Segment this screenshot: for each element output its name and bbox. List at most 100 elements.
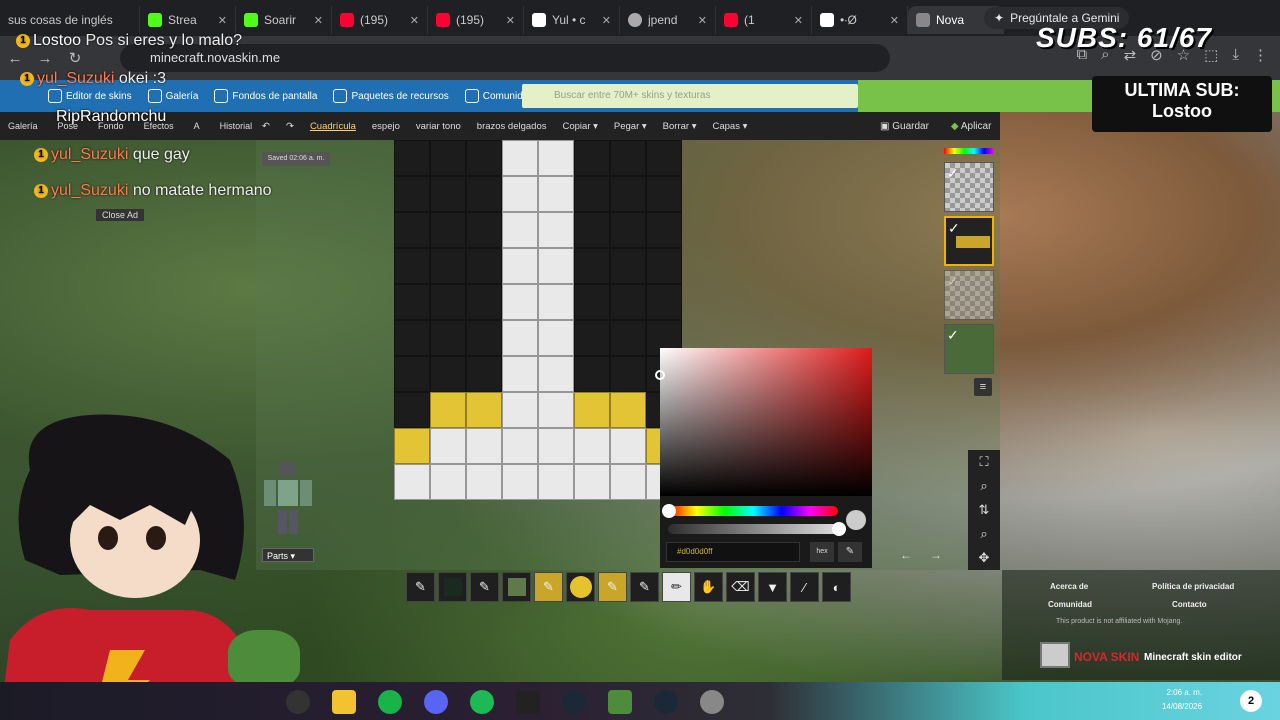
alpha-handle[interactable] xyxy=(832,522,846,536)
skin-pixel[interactable] xyxy=(466,176,502,212)
skin-pixel[interactable] xyxy=(430,176,466,212)
skin-pixel[interactable] xyxy=(610,248,646,284)
close-icon[interactable]: ✕ xyxy=(314,14,323,27)
skin-pixel[interactable] xyxy=(430,356,466,392)
skin-model-view[interactable] xyxy=(388,140,682,500)
move-icon[interactable]: ✥ xyxy=(979,550,990,566)
skin-pixel[interactable] xyxy=(430,464,466,500)
brush-yellow-2-tool[interactable]: ✎ xyxy=(598,572,627,602)
folder-icon[interactable] xyxy=(332,690,356,714)
tab-2[interactable]: Strea ✕ xyxy=(140,6,236,34)
skin-pixel[interactable] xyxy=(610,140,646,176)
close-icon[interactable]: ✕ xyxy=(602,14,611,27)
skin-pixel[interactable] xyxy=(466,248,502,284)
skin-pixel[interactable] xyxy=(430,428,466,464)
copiar-menu[interactable]: Copiar ▾ xyxy=(563,121,598,132)
brush-dark-2-tool[interactable]: ✎ xyxy=(470,572,499,602)
skin-pixel[interactable] xyxy=(646,140,682,176)
nav-editor-de-skins[interactable]: Editor de skins xyxy=(48,89,132,103)
green-swatch[interactable] xyxy=(502,572,531,602)
skin-pixel[interactable] xyxy=(610,428,646,464)
skin-pixel[interactable] xyxy=(502,320,538,356)
check-icon[interactable]: ✓ xyxy=(947,327,959,344)
toggle-espejo[interactable]: espejo xyxy=(372,121,400,132)
skin-pixel[interactable] xyxy=(394,176,430,212)
skin-pixel[interactable] xyxy=(574,140,610,176)
skin-pixel[interactable] xyxy=(610,176,646,212)
footer-contacto[interactable]: Contacto xyxy=(1172,600,1207,609)
skin-pixel[interactable] xyxy=(430,392,466,428)
skin-pixel[interactable] xyxy=(394,428,430,464)
footer-comunidad[interactable]: Comunidad xyxy=(1048,600,1092,609)
pegar-menu[interactable]: Pegar ▾ xyxy=(614,121,647,132)
back-button[interactable]: ← xyxy=(0,50,30,67)
sv-handle[interactable] xyxy=(655,370,665,380)
eraser-tool[interactable]: ⌫ xyxy=(726,572,755,602)
left-leg-part[interactable] xyxy=(278,510,287,534)
skin-pixel[interactable] xyxy=(502,428,538,464)
close-icon[interactable]: ✕ xyxy=(890,14,899,27)
layer-thumb-3[interactable]: ✓ xyxy=(944,270,994,320)
skin-pixel[interactable] xyxy=(502,392,538,428)
close-icon[interactable]: ✕ xyxy=(410,14,419,27)
close-icon[interactable]: ✕ xyxy=(794,14,803,27)
skin-pixel[interactable] xyxy=(538,248,574,284)
skin-pixel[interactable] xyxy=(538,284,574,320)
skin-pixel[interactable] xyxy=(646,212,682,248)
zoom-out-icon[interactable]: ⌕ xyxy=(980,526,987,542)
nav-fondos[interactable]: Fondos de pantalla xyxy=(214,89,317,103)
xbox-icon[interactable] xyxy=(378,690,402,714)
skin-pixel[interactable] xyxy=(466,140,502,176)
palette-tool[interactable]: ◐ xyxy=(822,572,851,602)
footer-acerca[interactable]: Acerca de xyxy=(1050,582,1088,591)
skin-pixel[interactable] xyxy=(430,140,466,176)
skin-pixel[interactable] xyxy=(574,176,610,212)
skin-pixel[interactable] xyxy=(430,284,466,320)
brush-black-tool[interactable]: ✎ xyxy=(630,572,659,602)
skin-pixel[interactable] xyxy=(466,284,502,320)
toggle-cuadricula[interactable]: Cuadrícula xyxy=(310,121,356,132)
body-part-selector[interactable] xyxy=(262,462,314,536)
skin-pixel[interactable] xyxy=(538,428,574,464)
aplicar-button[interactable]: ◆ Aplicar xyxy=(951,121,992,132)
hex-mode-button[interactable]: hex xyxy=(810,542,834,562)
fullscreen-icon[interactable]: ⛶ xyxy=(979,454,988,470)
tab-4[interactable]: (195) ✕ xyxy=(332,6,428,34)
guardar-button[interactable]: ▣ Guardar xyxy=(880,121,929,132)
menu-galeria[interactable]: Galería xyxy=(8,121,38,131)
eyedropper-icon[interactable]: ✎ xyxy=(838,542,862,562)
dark-swatch[interactable] xyxy=(438,572,467,602)
hue-slider[interactable] xyxy=(668,506,838,516)
epic-games-icon[interactable] xyxy=(516,690,540,714)
skin-pixel[interactable] xyxy=(466,212,502,248)
skin-pixel[interactable] xyxy=(394,392,430,428)
steam-2-icon[interactable] xyxy=(654,690,678,714)
yellow-swatch[interactable] xyxy=(566,572,595,602)
skin-pixel[interactable] xyxy=(502,356,538,392)
steam-icon[interactable] xyxy=(562,690,586,714)
skin-pixel[interactable] xyxy=(466,320,502,356)
body-part[interactable] xyxy=(278,480,298,506)
minecraft-icon[interactable] xyxy=(608,690,632,714)
skin-pixel[interactable] xyxy=(574,284,610,320)
notification-badge[interactable]: 2 xyxy=(1240,690,1262,712)
capas-menu[interactable]: Capas ▾ xyxy=(712,121,747,132)
undo-icon[interactable]: ↶ xyxy=(262,121,270,132)
close-icon[interactable]: ✕ xyxy=(698,14,707,27)
alpha-slider[interactable] xyxy=(668,524,838,534)
layer-thumb-1[interactable]: ✓ xyxy=(944,162,994,212)
obs-icon[interactable] xyxy=(286,690,310,714)
parts-select[interactable]: Parts ▾ xyxy=(262,548,314,562)
skin-pixel[interactable] xyxy=(574,428,610,464)
skin-pixel[interactable] xyxy=(574,464,610,500)
skin-pixel[interactable] xyxy=(538,212,574,248)
spotify-icon[interactable] xyxy=(470,690,494,714)
menu-a[interactable]: A xyxy=(194,121,200,131)
flip-icon[interactable]: ⇅ xyxy=(979,502,990,518)
skin-pixel[interactable] xyxy=(538,320,574,356)
tab-9[interactable]: •∙Ø ✕ xyxy=(812,6,908,34)
close-ad-button[interactable]: Close Ad xyxy=(96,209,145,221)
skin-pixel[interactable] xyxy=(466,392,502,428)
tab-7[interactable]: jpend ✕ xyxy=(620,6,716,34)
nav-galeria[interactable]: Galería xyxy=(147,89,198,103)
